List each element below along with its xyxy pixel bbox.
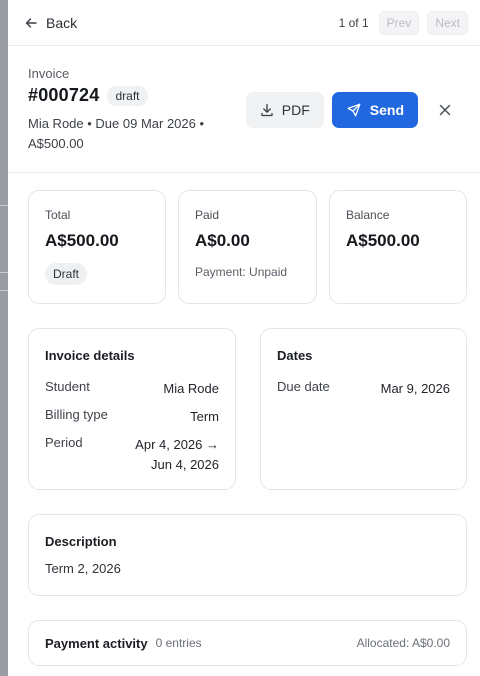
paid-value: A$0.00: [195, 231, 250, 250]
dates-heading: Dates: [277, 348, 313, 363]
balance-card: Balance A$500.00: [329, 190, 467, 304]
pager-count: 1 of 1: [338, 15, 369, 30]
detail-value: Apr 4, 2026 → Jun 4, 2026: [135, 437, 219, 472]
total-value: A$500.00: [45, 231, 119, 250]
detail-row: Period Apr 4, 2026 → Jun 4, 2026: [45, 435, 219, 475]
description-text: Term 2, 2026: [45, 561, 121, 576]
invoice-details-heading: Invoice details: [45, 348, 135, 363]
download-icon: [261, 103, 273, 117]
detail-key: Billing type: [45, 407, 108, 422]
invoice-meta: Mia Rode • Due 09 Mar 2026 • A$500.00: [28, 116, 205, 151]
send-icon: [347, 103, 361, 117]
detail-row: Billing type Term: [45, 407, 219, 427]
back-label: Back: [46, 14, 78, 31]
top-bar: Back 1 of 1 Prev Next: [8, 0, 480, 46]
header-actions-bar: PDF Send: [245, 92, 460, 128]
send-label: Send: [369, 102, 404, 118]
detail-value: Mia Rode: [163, 381, 219, 396]
status-badge: draft: [107, 85, 148, 106]
date-row: Due date Mar 9, 2026: [277, 379, 450, 399]
payment-activity-heading: Payment activity: [45, 635, 148, 651]
paid-label: Paid: [195, 208, 220, 222]
balance-value: A$500.00: [346, 231, 420, 250]
description-card: Description Term 2, 2026: [28, 514, 467, 596]
backdrop: [0, 0, 8, 676]
date-key: Due date: [277, 379, 330, 394]
backdrop-divider: [0, 272, 8, 273]
total-label: Total: [45, 208, 71, 222]
arrow-left-icon: [25, 17, 37, 28]
invoice-number: #000724: [28, 85, 100, 105]
send-button[interactable]: Send: [331, 92, 418, 128]
total-card: Total A$500.00 Draft: [28, 190, 166, 304]
pdf-button[interactable]: PDF: [245, 92, 324, 128]
description-heading: Description: [45, 534, 117, 549]
detail-key: Period: [45, 435, 83, 450]
detail-row: Student Mia Rode: [45, 379, 219, 399]
payment-status: Payment: Unpaid: [195, 265, 288, 279]
pager: 1 of 1 Prev Next: [338, 10, 468, 35]
backdrop-divider: [0, 290, 8, 291]
detail-value: Term: [190, 409, 219, 424]
allocated-amount: Allocated: A$0.00: [356, 636, 450, 650]
entries-count: 0 entries: [155, 636, 202, 650]
backdrop-divider: [0, 205, 8, 206]
balance-label: Balance: [346, 208, 390, 222]
invoice-details-card: Invoice details Student Mia Rode Billing…: [28, 328, 236, 490]
total-status-chip: Draft: [45, 263, 88, 285]
date-value: Mar 9, 2026: [380, 381, 450, 396]
close-button[interactable]: [430, 95, 460, 125]
invoice-drawer: Back 1 of 1 Prev Next Invoice #000724 dr…: [8, 0, 480, 676]
invoice-kicker: Invoice: [28, 66, 70, 81]
back-button[interactable]: Back: [20, 11, 81, 35]
close-icon: [439, 104, 451, 116]
pdf-label: PDF: [281, 102, 310, 118]
paid-card: Paid A$0.00 Payment: Unpaid: [178, 190, 317, 304]
next-button[interactable]: Next: [427, 10, 468, 35]
detail-key: Student: [45, 379, 90, 394]
prev-button[interactable]: Prev: [378, 10, 420, 35]
dates-card: Dates Due date Mar 9, 2026: [260, 328, 467, 490]
payment-activity-card: Payment activity 0 entries Allocated: A$…: [28, 620, 467, 666]
